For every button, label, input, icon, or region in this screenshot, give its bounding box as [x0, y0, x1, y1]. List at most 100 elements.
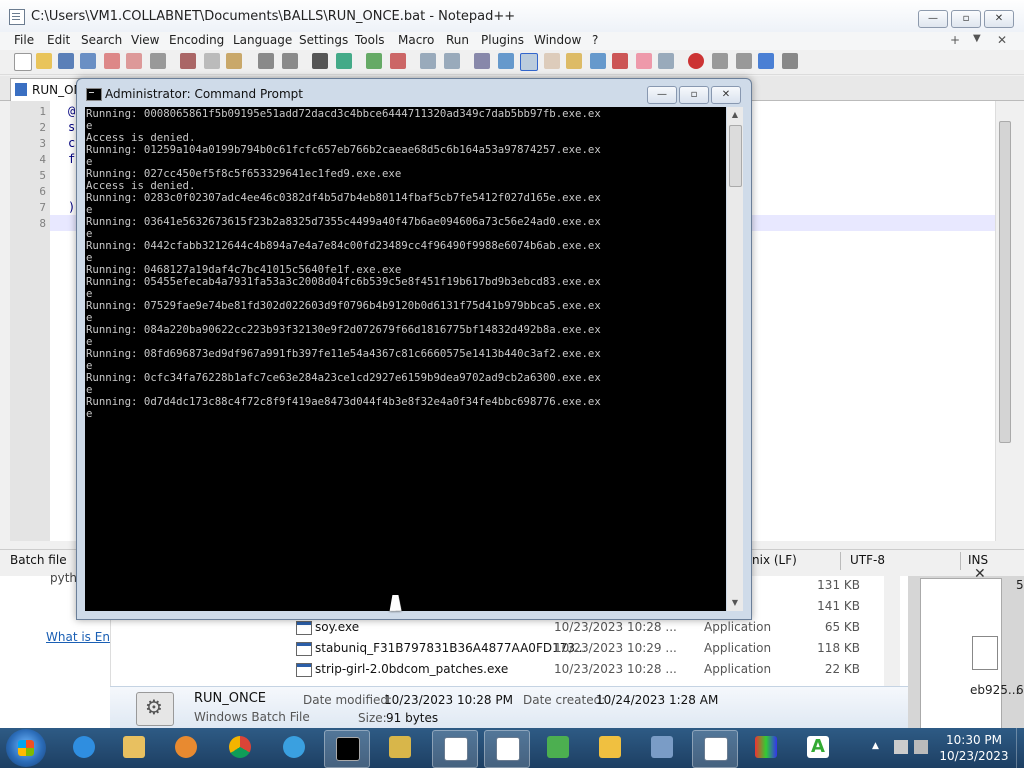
replace-icon[interactable]	[336, 53, 352, 69]
cut-icon[interactable]	[180, 53, 196, 69]
run-macro-multiple-icon[interactable]	[758, 53, 774, 69]
new-tab-icon[interactable]: +	[950, 33, 960, 47]
cmd-maximize-button[interactable]: ▫	[679, 86, 709, 104]
indent-guide-icon[interactable]	[520, 53, 538, 71]
save-macro-icon[interactable]	[782, 53, 798, 69]
taskbar-internet-explorer[interactable]	[62, 730, 106, 766]
volume-muted-icon[interactable]	[914, 740, 928, 754]
redo-icon[interactable]	[282, 53, 298, 69]
console-output[interactable]: Running: 0008065861f5b09195e51add72dacd3…	[85, 107, 726, 611]
show-all-chars-icon[interactable]	[498, 53, 514, 69]
taskbar-chrome[interactable]	[218, 730, 262, 766]
taskbar-file-explorer[interactable]	[112, 730, 156, 766]
copy-icon[interactable]	[204, 53, 220, 69]
file-list-scrollbar[interactable]	[884, 576, 900, 686]
network-status-icon[interactable]	[894, 740, 908, 754]
taskbar-monitor-app[interactable]	[744, 730, 788, 766]
menu-window[interactable]: Window	[534, 33, 581, 47]
scroll-up-icon[interactable]: ▲	[727, 107, 743, 123]
minimize-button[interactable]: —	[918, 10, 948, 28]
taskbar-font-app[interactable]: A	[796, 730, 840, 766]
help-link[interactable]: What is En	[46, 630, 110, 644]
menu-language[interactable]: Language	[233, 33, 292, 47]
maximize-button[interactable]: ▫	[951, 10, 981, 28]
size-value: 91 bytes	[386, 711, 439, 725]
print-icon[interactable]	[150, 53, 166, 69]
menu-run[interactable]: Run	[446, 33, 469, 47]
zoom-out-icon[interactable]	[390, 53, 406, 69]
close-doc-icon[interactable]: ✕	[997, 33, 1007, 47]
clear-icon[interactable]	[636, 53, 652, 69]
word-wrap-icon[interactable]	[474, 53, 490, 69]
folder-workspace-icon[interactable]	[590, 53, 606, 69]
scroll-down-icon[interactable]: ▼	[727, 595, 743, 611]
monitoring-icon[interactable]	[612, 53, 628, 69]
network-icon	[283, 736, 305, 758]
menu-settings[interactable]: Settings	[299, 33, 348, 47]
nav-item-partial[interactable]: pyth	[50, 571, 77, 585]
menu-edit[interactable]: Edit	[47, 33, 70, 47]
taskbar-network-app[interactable]	[272, 730, 316, 766]
close-icon[interactable]	[104, 53, 120, 69]
file-row[interactable]: strip-girl-2.0bdcom_patches.exe 10/23/20…	[278, 660, 888, 680]
editor-scrollbar[interactable]	[995, 101, 1013, 541]
application-icon	[296, 663, 312, 677]
menu-file[interactable]: File	[14, 33, 34, 47]
cmd-close-button[interactable]: ✕	[711, 86, 741, 104]
file-icon[interactable]	[972, 636, 998, 670]
menu-macro[interactable]: Macro	[398, 33, 434, 47]
new-file-icon[interactable]	[14, 53, 32, 71]
menu-help[interactable]: ?	[592, 33, 598, 47]
zoom-in-icon[interactable]	[366, 53, 382, 69]
sync-v-icon[interactable]	[420, 53, 436, 69]
notepadpp-titlebar[interactable]: C:\Users\VM1.COLLABNET\Documents\BALLS\R…	[0, 0, 1024, 33]
function-list-icon[interactable]	[566, 53, 582, 69]
stop-macro-icon[interactable]	[712, 53, 728, 69]
preview-icon[interactable]	[658, 53, 674, 69]
notepad-app-icon	[9, 9, 25, 25]
save-all-icon[interactable]	[80, 53, 96, 69]
start-button[interactable]	[6, 729, 46, 767]
sync-h-icon[interactable]	[444, 53, 460, 69]
file-size: 22 KB	[824, 662, 860, 676]
close-button[interactable]: ✕	[984, 10, 1014, 28]
taskbar-notepad-3[interactable]	[692, 730, 738, 768]
doc-map-icon[interactable]	[544, 53, 560, 69]
menu-plugins[interactable]: Plugins	[481, 33, 524, 47]
file-row[interactable]: stabuniq_F31B797831B36A4877AA0FD173... 1…	[278, 639, 888, 659]
folder-icon	[123, 736, 145, 758]
play-macro-icon[interactable]	[736, 53, 752, 69]
background-close-icon[interactable]: ✕	[974, 566, 986, 582]
open-file-icon[interactable]	[36, 53, 52, 69]
clock[interactable]: 10:30 PM 10/23/2023	[934, 732, 1014, 764]
taskbar-media-player[interactable]	[164, 730, 208, 766]
menu-search[interactable]: Search	[81, 33, 122, 47]
record-macro-icon[interactable]	[688, 53, 704, 69]
menu-view[interactable]: View	[131, 33, 159, 47]
taskbar-network-tool[interactable]	[640, 730, 684, 766]
menu-tools[interactable]: Tools	[355, 33, 385, 47]
scrollbar-thumb[interactable]	[999, 121, 1011, 443]
tab-list-icon[interactable]: ▼	[973, 33, 981, 44]
undo-icon[interactable]	[258, 53, 274, 69]
show-hidden-icons-icon[interactable]: ▲	[872, 741, 879, 751]
cmd-titlebar[interactable]: Administrator: Command Prompt — ▫ ✕	[77, 79, 751, 107]
cmd-minimize-button[interactable]: —	[647, 86, 677, 104]
save-icon[interactable]	[58, 53, 74, 69]
paste-icon[interactable]	[226, 53, 242, 69]
close-all-icon[interactable]	[126, 53, 142, 69]
taskbar-keys-app[interactable]	[378, 730, 422, 766]
file-size: 141 KB	[817, 599, 860, 613]
taskbar-puzzle-app[interactable]	[536, 730, 580, 766]
menu-encoding[interactable]: Encoding	[169, 33, 224, 47]
file-row[interactable]: soy.exe 10/23/2023 10:28 ... Application…	[278, 618, 888, 638]
scrollbar-thumb[interactable]	[729, 125, 742, 187]
cmd-scrollbar[interactable]: ▲ ▼	[727, 107, 743, 611]
taskbar-notepad-1[interactable]	[432, 730, 478, 768]
taskbar-calculator[interactable]	[588, 730, 632, 766]
find-icon[interactable]	[312, 53, 328, 69]
taskbar-command-prompt[interactable]	[324, 730, 370, 768]
show-desktop-button[interactable]	[1016, 728, 1024, 768]
taskbar-notepad-2[interactable]	[484, 730, 530, 768]
file-size: 131 KB	[817, 578, 860, 592]
